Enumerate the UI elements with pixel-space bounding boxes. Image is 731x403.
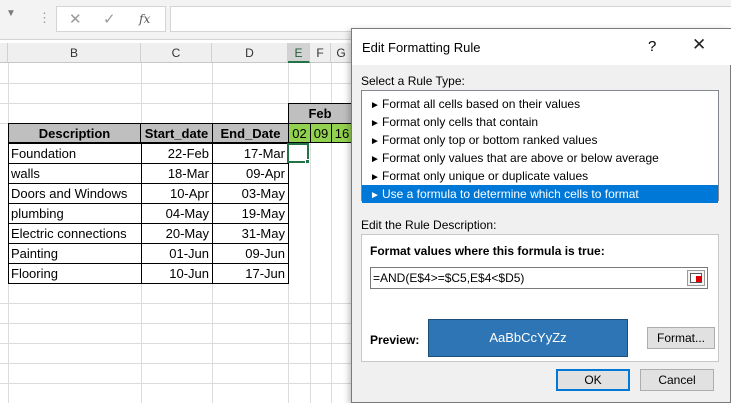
grid-line [0,343,360,344]
cell-end-date[interactable]: 09-Apr [212,164,288,184]
cell-end-date[interactable]: 31-May [212,224,288,244]
column-header-f[interactable]: F [310,43,331,63]
preview-label: Preview: [370,333,420,347]
cell-start-date[interactable]: 10-Apr [141,184,212,204]
date-header-02[interactable]: 02 [288,123,311,143]
cancel-entry-icon[interactable]: ✕ [69,10,82,28]
grid-line [0,303,360,304]
grid-line [0,383,360,384]
ok-button[interactable]: OK [556,369,630,391]
column-header-g[interactable]: G [331,43,352,63]
collapse-dialog-icon[interactable] [687,270,705,286]
cell-description[interactable]: Foundation [8,144,140,164]
date-header-16[interactable]: 16 [331,123,353,143]
edit-formatting-rule-dialog: Edit Formatting Rule ? ✕ Select a Rule T… [351,28,731,403]
rule-type-item[interactable]: ► Format only unique or duplicate values [362,167,718,185]
header-start-date[interactable]: Start_date [140,123,213,143]
cell-description[interactable]: Doors and Windows [8,184,140,204]
dialog-title: Edit Formatting Rule [362,40,481,55]
cancel-button[interactable]: Cancel [640,369,714,391]
cell-start-date[interactable]: 18-Mar [141,164,212,184]
column-header-b[interactable]: B [8,43,141,63]
rule-type-item[interactable]: ► Format only top or bottom ranked values [362,131,718,149]
rule-type-label: Format only top or bottom ranked values [382,133,598,147]
cell-start-date[interactable]: 04-May [141,204,212,224]
rule-type-list: ► Format all cells based on their values … [361,90,719,203]
rule-type-label: Format only cells that contain [382,115,539,129]
rule-type-label: Format only values that are above or bel… [382,151,659,165]
cell-end-date[interactable]: 03-May [212,184,288,204]
rule-type-item[interactable]: ► Format all cells based on their values [362,95,718,113]
cell-description[interactable]: plumbing [8,204,140,224]
arrow-icon: ► [370,190,380,201]
cell-end-date[interactable]: 17-Mar [212,144,288,164]
format-button[interactable]: Format... [647,327,715,349]
cell-description[interactable]: Painting [8,244,140,264]
rule-type-label: Format all cells based on their values [382,97,581,111]
dialog-titlebar: Edit Formatting Rule ? ✕ [352,29,731,65]
column-header-e[interactable]: E [288,43,310,63]
formula-buttons: ✕ ✓ fx [56,6,166,32]
cell-start-date[interactable]: 22-Feb [141,144,212,164]
namebox-dropdown-icon[interactable]: ▼ [6,8,16,19]
column-header-d[interactable]: D [212,43,288,63]
grid-line [0,323,360,324]
help-icon[interactable]: ? [648,38,656,55]
grid-line [0,83,360,84]
cell-end-date[interactable]: 09-Jun [212,244,288,264]
cell-start-date[interactable]: 01-Jun [141,244,212,264]
rule-type-label: Format only unique or duplicate values [382,169,589,183]
cell-description[interactable]: Flooring [8,264,140,284]
insert-function-icon[interactable]: fx [139,12,150,26]
column-header-c[interactable]: C [141,43,212,63]
column-header-a[interactable] [0,43,8,63]
grid-line [0,363,360,364]
cell-end-date[interactable]: 17-Jun [212,264,288,284]
select-rule-type-label: Select a Rule Type: [361,74,465,88]
header-description[interactable]: Description [8,123,141,143]
format-preview: AaBbCcYyZz [428,319,628,357]
cell-end-date[interactable]: 19-May [212,204,288,224]
cell-description[interactable]: Electric connections [8,224,140,244]
formula-value: =AND(E$4>=$C5,E$4<$D5) [373,271,525,285]
rule-type-item-selected[interactable]: ► Use a formula to determine which cells … [362,185,718,203]
close-icon[interactable]: ✕ [692,35,706,55]
rule-type-item[interactable]: ► Format only values that are above or be… [362,149,718,167]
edit-description-label: Edit the Rule Description: [361,218,497,232]
date-header-09[interactable]: 09 [310,123,332,143]
rule-description-box: Format values where this formula is true… [361,234,719,362]
enter-entry-icon[interactable]: ✓ [103,10,116,28]
rule-type-item[interactable]: ► Format only cells that contain [362,113,718,131]
cell-start-date[interactable]: 10-Jun [141,264,212,284]
formula-field[interactable]: =AND(E$4>=$C5,E$4<$D5) [370,267,708,289]
grip-icon: ⋮ [38,10,51,25]
header-end-date[interactable]: End_Date [212,123,289,143]
fill-handle[interactable] [305,159,310,164]
month-header[interactable]: Feb [288,103,352,124]
rule-type-label: Use a formula to determine which cells t… [382,187,639,201]
cell-start-date[interactable]: 20-May [141,224,212,244]
cell-description[interactable]: walls [8,164,140,184]
formula-label: Format values where this formula is true… [370,244,605,258]
